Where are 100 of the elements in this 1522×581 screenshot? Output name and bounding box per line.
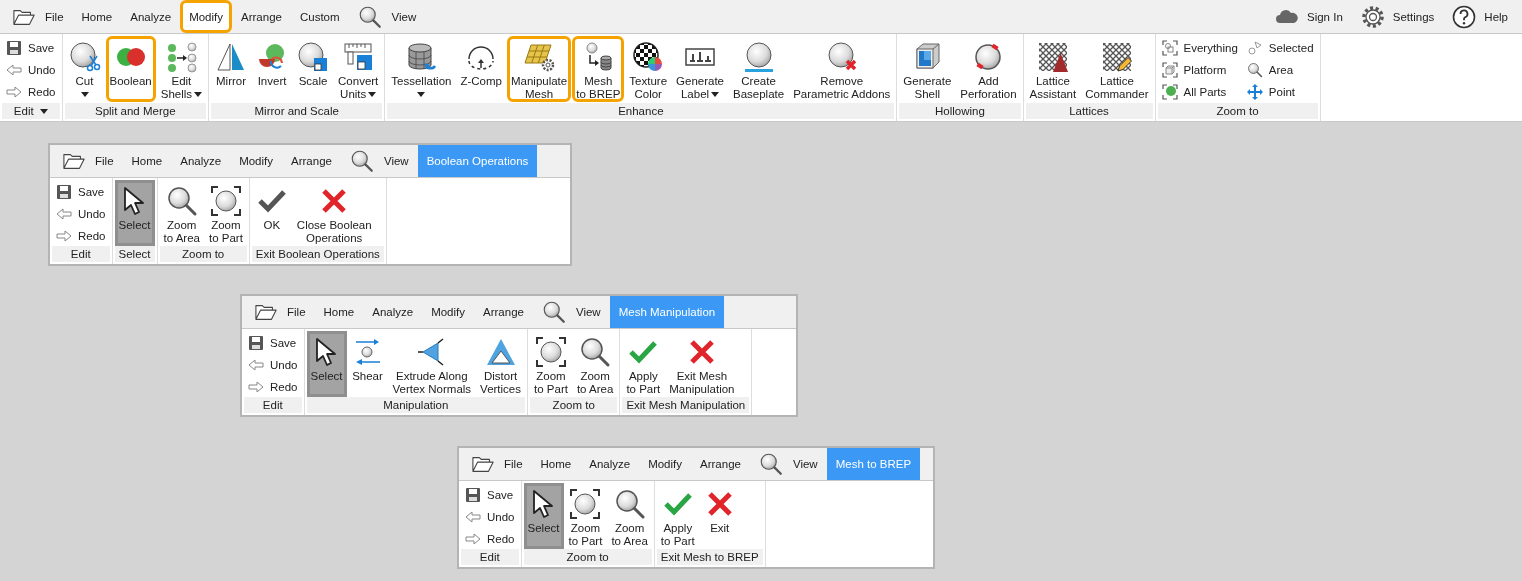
toolbar-button[interactable]: Undo <box>465 509 515 525</box>
tab[interactable]: Analyze <box>580 448 640 480</box>
tab[interactable]: Modify <box>230 145 282 177</box>
toolbar-button[interactable]: All Parts <box>1161 84 1238 100</box>
toolbar-button[interactable]: Undo <box>6 62 56 78</box>
tab[interactable]: Arrange <box>282 145 341 177</box>
ribbon-button[interactable]: Apply to Part <box>622 331 665 397</box>
ribbon-button[interactable]: Tessellation <box>387 36 456 102</box>
magnifier-icon <box>541 300 566 324</box>
circles-arrow-icon <box>165 41 198 73</box>
ribbon-button[interactable]: Zoom to Area <box>159 180 204 246</box>
toolbar-button[interactable]: Save <box>465 487 515 503</box>
sphere-scissors-icon <box>68 41 101 73</box>
toolbar-button[interactable]: Point <box>1246 84 1314 100</box>
group-label: Select <box>118 247 151 262</box>
tab[interactable]: File <box>4 0 73 33</box>
magnifier-icon <box>613 488 646 520</box>
ribbon-button[interactable]: Invert <box>252 36 293 102</box>
toolbar-button[interactable]: Platform <box>1161 62 1238 78</box>
account-button[interactable]: Settings <box>1360 4 1435 29</box>
group-label: Lattices <box>1069 104 1109 119</box>
ribbon-button[interactable]: Zoom to Part <box>530 331 572 397</box>
ribbon-button[interactable]: Lattice Commander <box>1081 36 1153 102</box>
framed-sphere-icon <box>569 488 602 520</box>
ribbon-button[interactable]: OK <box>251 180 292 246</box>
ribbon-button[interactable]: Zoom to Part <box>204 180 247 246</box>
ribbon-button[interactable]: Lattice Assistant <box>1025 36 1081 102</box>
toolbar-button[interactable]: Undo <box>248 357 298 373</box>
cylinder-grid-icon <box>405 41 438 73</box>
ribbon-button[interactable]: Apply to Part <box>656 483 699 549</box>
ribbon-button[interactable]: Cut <box>64 36 105 102</box>
ribbon-button[interactable]: Select <box>523 483 564 549</box>
tab[interactable]: View <box>532 296 610 328</box>
ribbon-button[interactable]: Select <box>114 180 155 246</box>
tab[interactable]: File <box>54 145 123 177</box>
tab[interactable]: Custom <box>290 0 349 33</box>
tab[interactable]: Home <box>531 448 581 480</box>
tab[interactable]: Modify <box>639 448 691 480</box>
toolbar-button[interactable]: Save <box>6 40 56 56</box>
tab[interactable]: Home <box>122 145 172 177</box>
ribbon-button[interactable]: Boolean <box>105 36 156 102</box>
redo-icon <box>465 531 481 547</box>
toolbar-button[interactable]: Save <box>56 184 106 200</box>
tab[interactable]: File <box>246 296 315 328</box>
ribbon-button[interactable]: Close Boolean Operations <box>292 180 376 246</box>
ribbon-button[interactable]: Z-Comp <box>456 36 506 102</box>
toolbar-button[interactable]: Redo <box>465 531 515 547</box>
ribbon-button[interactable]: Add Perforation <box>956 36 1021 102</box>
tab[interactable]: Analyze <box>171 145 231 177</box>
tab[interactable]: Arrange <box>691 448 750 480</box>
ribbon-button[interactable]: Generate Label <box>672 36 728 102</box>
ribbon-button[interactable]: Zoom to Part <box>564 483 607 549</box>
toolbar-button[interactable]: Area <box>1246 62 1314 78</box>
ribbon-button[interactable]: Zoom to Area <box>607 483 652 549</box>
sphere-delete-icon <box>825 41 858 73</box>
tab[interactable]: Analyze <box>121 0 181 33</box>
tab[interactable]: Home <box>314 296 364 328</box>
caret-icon[interactable] <box>39 108 48 114</box>
ribbon-button[interactable]: Remove Parametric Addons <box>789 36 895 102</box>
magnifier-icon <box>349 149 374 173</box>
toolbar-button[interactable]: Everything <box>1161 40 1238 56</box>
ribbon-button[interactable]: Convert Units <box>334 36 383 102</box>
ribbon-button[interactable]: Generate Shell <box>899 36 956 102</box>
sphere-base-icon <box>742 41 775 73</box>
group-label: Zoom to <box>1216 104 1259 119</box>
tab[interactable]: View <box>348 0 426 33</box>
ribbon-button[interactable]: Edit Shells <box>156 36 207 102</box>
toolbar-button[interactable]: Undo <box>56 206 106 222</box>
ribbon-button[interactable]: Exit <box>699 483 740 549</box>
tab[interactable]: View <box>749 448 827 480</box>
ribbon-button[interactable]: Extrude Along Vertex Normals <box>388 331 476 397</box>
tab[interactable]: Arrange <box>232 0 291 33</box>
magnifier-icon <box>579 336 612 368</box>
toolbar-button[interactable]: Selected <box>1246 40 1314 56</box>
ribbon-button[interactable]: Select <box>306 331 347 397</box>
ribbon-button[interactable]: Create Baseplate <box>729 36 789 102</box>
ribbon-button[interactable]: Mirror <box>211 36 252 102</box>
ribbon-button[interactable]: Texture Color <box>625 36 672 102</box>
tab[interactable]: Arrange <box>474 296 533 328</box>
tab[interactable]: Modify <box>422 296 474 328</box>
toolbar-button[interactable]: Redo <box>56 228 106 244</box>
ribbon-button[interactable]: Shear <box>347 331 388 397</box>
tab[interactable]: View <box>340 145 418 177</box>
account-button[interactable]: Sign In <box>1274 4 1343 29</box>
frame-shapes-icon <box>1161 40 1178 56</box>
ribbon-button[interactable]: Scale <box>293 36 334 102</box>
tab[interactable]: Home <box>72 0 122 33</box>
group-label: Mirror and Scale <box>254 104 339 119</box>
tab[interactable]: Modify <box>180 0 232 33</box>
ribbon-button[interactable]: Zoom to Area <box>572 331 618 397</box>
toolbar-button[interactable]: Redo <box>6 84 56 100</box>
tab[interactable]: Analyze <box>363 296 423 328</box>
framed-sphere-icon <box>534 336 567 368</box>
toolbar-button[interactable]: Save <box>248 335 298 351</box>
ribbon-button[interactable]: Distort Vertices <box>476 331 526 397</box>
ribbon-button[interactable]: Exit Mesh Manipulation <box>665 331 739 397</box>
group-label: Exit Boolean Operations <box>255 247 380 262</box>
account-button[interactable]: Help <box>1452 4 1508 29</box>
toolbar-button[interactable]: Redo <box>248 379 298 395</box>
tab[interactable]: File <box>463 448 532 480</box>
